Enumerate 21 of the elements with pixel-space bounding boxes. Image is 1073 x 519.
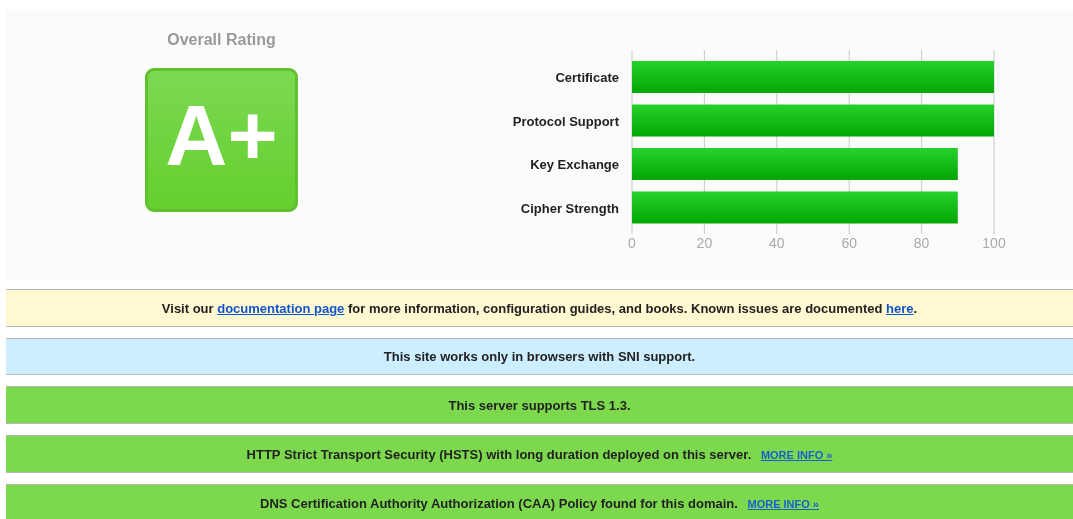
rating-title: Overall Rating [167,31,276,49]
link[interactable]: here [886,300,914,316]
notice-text: DNS Certification Authority Authorization (CAA) Policy found for this domain. MORE INFO » [260,495,819,511]
notice-text: This site works only in browsers with SNI support. [383,349,696,364]
category-label: Key Exchange [530,157,619,172]
axis-tick-label: 100 [982,235,1006,251]
axis-tick-label: 0 [628,235,636,251]
axis-tick-label: 80 [913,235,930,251]
link[interactable]: MORE INFO » [760,448,833,461]
link[interactable]: documentation page [217,300,345,316]
notice-text: HTTP Strict Transport Security (HSTS) with long duration deployed on this server. MORE INFO » [246,446,833,462]
axis-tick-label: 20 [696,235,713,251]
link[interactable]: MORE INFO » [747,497,819,510]
category-label: Certificate [555,70,619,85]
notice-text: This server supports TLS 1.3. [448,397,631,413]
axis-tick-label: 40 [769,235,785,251]
category-label: Cipher Strength [520,200,619,216]
notice-text: Visit our documentation page for more information, configuration guides, and books. Known issues are documented here. [161,300,918,316]
category-label: Protocol Support [512,113,619,129]
grade-badge: A+ [145,68,298,212]
axis-tick-label: 60 [841,235,857,251]
